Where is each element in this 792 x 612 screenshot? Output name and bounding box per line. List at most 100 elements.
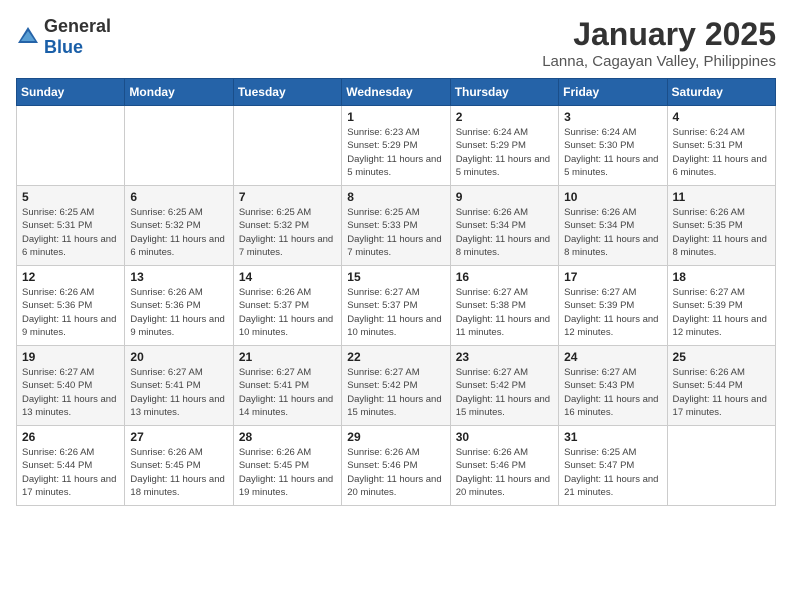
day-number: 11 — [673, 190, 770, 204]
location-title: Lanna, Cagayan Valley, Philippines — [542, 53, 776, 70]
calendar-cell — [667, 426, 775, 506]
day-info: Sunrise: 6:26 AMSunset: 5:35 PMDaylight:… — [673, 206, 770, 259]
weekday-header-tuesday: Tuesday — [233, 79, 341, 106]
calendar-cell: 3Sunrise: 6:24 AMSunset: 5:30 PMDaylight… — [559, 106, 667, 186]
calendar-cell: 15Sunrise: 6:27 AMSunset: 5:37 PMDayligh… — [342, 266, 450, 346]
calendar-cell: 10Sunrise: 6:26 AMSunset: 5:34 PMDayligh… — [559, 186, 667, 266]
calendar-cell: 18 Sunrise: 6:27 AMSunset: 5:39 PMDayligh… — [667, 266, 775, 346]
day-number: 25 — [673, 350, 770, 364]
logo-text-blue: Blue — [44, 37, 83, 57]
day-number: 12 — [22, 270, 119, 284]
day-info: Sunrise: 6:27 AMSunset: 5:41 PMDaylight:… — [130, 366, 227, 419]
calendar-cell: 23 Sunrise: 6:27 AMSunset: 5:42 PMDayligh… — [450, 346, 558, 426]
weekday-header-saturday: Saturday — [667, 79, 775, 106]
calendar-cell: 21 Sunrise: 6:27 AMSunset: 5:41 PMDayligh… — [233, 346, 341, 426]
day-info: Sunrise: 6:25 AMSunset: 5:32 PMDaylight:… — [130, 206, 227, 259]
day-info: Sunrise: 6:25 AMSunset: 5:47 PMDaylight:… — [564, 446, 661, 499]
day-info: Sunrise: 6:26 AMSunset: 5:46 PMDaylight:… — [347, 446, 444, 499]
calendar-cell: 30Sunrise: 6:26 AMSunset: 5:46 PMDayligh… — [450, 426, 558, 506]
day-info: Sunrise: 6:26 AMSunset: 5:36 PMDaylight:… — [22, 286, 119, 339]
day-info: Sunrise: 6:26 AMSunset: 5:36 PMDaylight:… — [130, 286, 227, 339]
day-number: 28 — [239, 430, 336, 444]
day-number: 20 — [130, 350, 227, 364]
calendar-cell: 12 Sunrise: 6:26 AMSunset: 5:36 PMDayligh… — [17, 266, 125, 346]
day-number: 18 — [673, 270, 770, 284]
calendar-cell — [125, 106, 233, 186]
calendar-cell: 29Sunrise: 6:26 AMSunset: 5:46 PMDayligh… — [342, 426, 450, 506]
day-info: Sunrise: 6:27 AMSunset: 5:38 PMDaylight:… — [456, 286, 553, 339]
weekday-header-row: SundayMondayTuesdayWednesdayThursdayFrid… — [17, 79, 776, 106]
day-number: 7 — [239, 190, 336, 204]
page-header: General Blue January 2025 Lanna, Cagayan… — [16, 16, 776, 70]
day-info: Sunrise: 6:26 AMSunset: 5:34 PMDaylight:… — [456, 206, 553, 259]
calendar-cell: 22 Sunrise: 6:27 AMSunset: 5:42 PMDayligh… — [342, 346, 450, 426]
day-number: 9 — [456, 190, 553, 204]
day-info: Sunrise: 6:24 AMSunset: 5:31 PMDaylight:… — [673, 126, 770, 179]
day-info: Sunrise: 6:26 AMSunset: 5:34 PMDaylight:… — [564, 206, 661, 259]
calendar-week-row: 1 Sunrise: 6:23 AMSunset: 5:29 PMDaylight… — [17, 106, 776, 186]
logo: General Blue — [16, 16, 111, 58]
day-info: Sunrise: 6:27 AMSunset: 5:39 PMDaylight:… — [673, 286, 770, 339]
day-info: Sunrise: 6:26 AMSunset: 5:44 PMDaylight:… — [22, 446, 119, 499]
day-info: Sunrise: 6:25 AMSunset: 5:31 PMDaylight:… — [22, 206, 119, 259]
day-info: Sunrise: 6:26 AMSunset: 5:37 PMDaylight:… — [239, 286, 336, 339]
day-number: 2 — [456, 110, 553, 124]
day-number: 30 — [456, 430, 553, 444]
weekday-header-wednesday: Wednesday — [342, 79, 450, 106]
calendar-cell: 31 Sunrise: 6:25 AMSunset: 5:47 PMDayligh… — [559, 426, 667, 506]
day-info: Sunrise: 6:27 AMSunset: 5:39 PMDaylight:… — [564, 286, 661, 339]
day-number: 31 — [564, 430, 661, 444]
day-number: 21 — [239, 350, 336, 364]
day-info: Sunrise: 6:27 AMSunset: 5:43 PMDaylight:… — [564, 366, 661, 419]
calendar-cell: 14 Sunrise: 6:26 AMSunset: 5:37 PMDayligh… — [233, 266, 341, 346]
calendar-cell: 1 Sunrise: 6:23 AMSunset: 5:29 PMDaylight… — [342, 106, 450, 186]
day-info: Sunrise: 6:27 AMSunset: 5:40 PMDaylight:… — [22, 366, 119, 419]
calendar-cell: 2 Sunrise: 6:24 AMSunset: 5:29 PMDaylight… — [450, 106, 558, 186]
day-info: Sunrise: 6:27 AMSunset: 5:37 PMDaylight:… — [347, 286, 444, 339]
calendar-cell: 20 Sunrise: 6:27 AMSunset: 5:41 PMDayligh… — [125, 346, 233, 426]
calendar-cell — [233, 106, 341, 186]
calendar-cell: 7 Sunrise: 6:25 AMSunset: 5:32 PMDaylight… — [233, 186, 341, 266]
day-info: Sunrise: 6:25 AMSunset: 5:32 PMDaylight:… — [239, 206, 336, 259]
calendar-cell: 11 Sunrise: 6:26 AMSunset: 5:35 PMDayligh… — [667, 186, 775, 266]
calendar-cell: 27Sunrise: 6:26 AMSunset: 5:45 PMDayligh… — [125, 426, 233, 506]
day-info: Sunrise: 6:26 AMSunset: 5:45 PMDaylight:… — [130, 446, 227, 499]
day-info: Sunrise: 6:23 AMSunset: 5:29 PMDaylight:… — [347, 126, 444, 179]
day-number: 8 — [347, 190, 444, 204]
day-number: 17 — [564, 270, 661, 284]
day-info: Sunrise: 6:27 AMSunset: 5:42 PMDaylight:… — [347, 366, 444, 419]
calendar-cell: 16Sunrise: 6:27 AMSunset: 5:38 PMDayligh… — [450, 266, 558, 346]
day-number: 19 — [22, 350, 119, 364]
day-info: Sunrise: 6:27 AMSunset: 5:42 PMDaylight:… — [456, 366, 553, 419]
day-info: Sunrise: 6:24 AMSunset: 5:29 PMDaylight:… — [456, 126, 553, 179]
calendar-cell: 24 Sunrise: 6:27 AMSunset: 5:43 PMDayligh… — [559, 346, 667, 426]
day-number: 6 — [130, 190, 227, 204]
day-info: Sunrise: 6:24 AMSunset: 5:30 PMDaylight:… — [564, 126, 661, 179]
calendar-table: SundayMondayTuesdayWednesdayThursdayFrid… — [16, 78, 776, 506]
calendar-week-row: 19 Sunrise: 6:27 AMSunset: 5:40 PMDayligh… — [17, 346, 776, 426]
calendar-cell: 4 Sunrise: 6:24 AMSunset: 5:31 PMDaylight… — [667, 106, 775, 186]
title-block: January 2025 Lanna, Cagayan Valley, Phil… — [542, 16, 776, 70]
day-info: Sunrise: 6:25 AMSunset: 5:33 PMDaylight:… — [347, 206, 444, 259]
day-number: 22 — [347, 350, 444, 364]
calendar-cell: 26 Sunrise: 6:26 AMSunset: 5:44 PMDayligh… — [17, 426, 125, 506]
weekday-header-monday: Monday — [125, 79, 233, 106]
logo-icon — [16, 25, 40, 49]
calendar-cell: 28Sunrise: 6:26 AMSunset: 5:45 PMDayligh… — [233, 426, 341, 506]
day-number: 24 — [564, 350, 661, 364]
calendar-cell: 6 Sunrise: 6:25 AMSunset: 5:32 PMDaylight… — [125, 186, 233, 266]
day-info: Sunrise: 6:27 AMSunset: 5:41 PMDaylight:… — [239, 366, 336, 419]
logo-text-general: General — [44, 16, 111, 36]
calendar-cell — [17, 106, 125, 186]
calendar-cell: 25Sunrise: 6:26 AMSunset: 5:44 PMDayligh… — [667, 346, 775, 426]
calendar-cell: 13Sunrise: 6:26 AMSunset: 5:36 PMDayligh… — [125, 266, 233, 346]
day-number: 14 — [239, 270, 336, 284]
calendar-week-row: 5Sunrise: 6:25 AMSunset: 5:31 PMDaylight… — [17, 186, 776, 266]
weekday-header-sunday: Sunday — [17, 79, 125, 106]
calendar-cell: 9 Sunrise: 6:26 AMSunset: 5:34 PMDaylight… — [450, 186, 558, 266]
day-number: 4 — [673, 110, 770, 124]
calendar-cell: 19 Sunrise: 6:27 AMSunset: 5:40 PMDayligh… — [17, 346, 125, 426]
day-number: 1 — [347, 110, 444, 124]
day-number: 26 — [22, 430, 119, 444]
day-number: 23 — [456, 350, 553, 364]
